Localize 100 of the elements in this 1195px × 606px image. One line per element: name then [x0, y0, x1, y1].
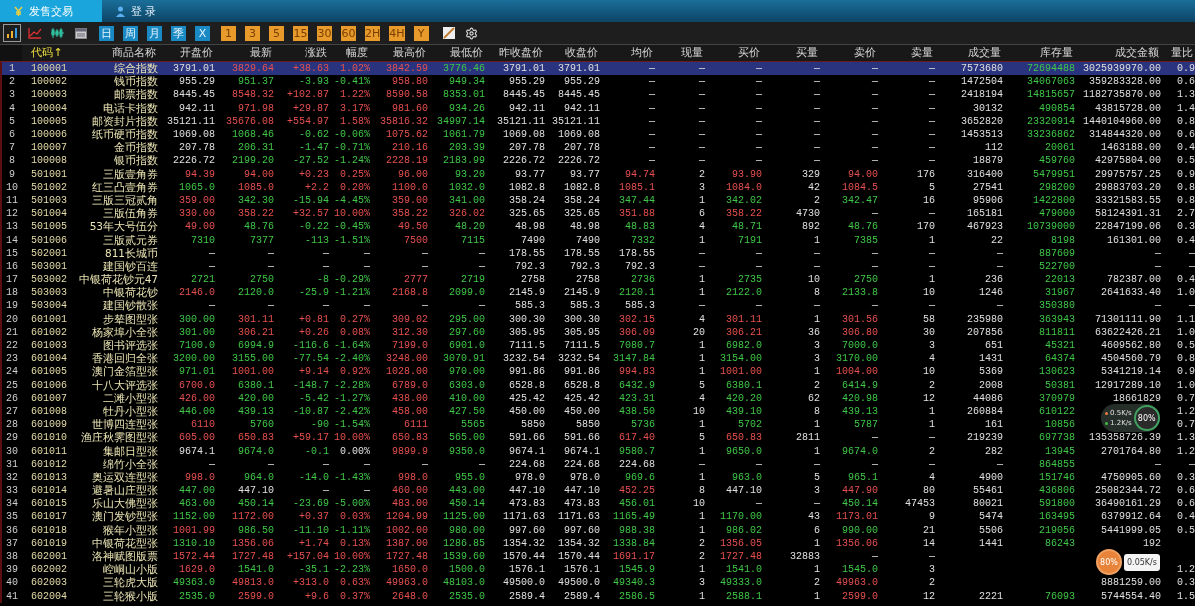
period-button[interactable]: 1	[221, 25, 236, 41]
table-cell-text: 48.98	[569, 220, 601, 234]
column-header[interactable]: 卖价	[820, 45, 878, 61]
column-header[interactable]: 现量	[655, 45, 705, 61]
column-header[interactable]: 买量	[762, 45, 820, 61]
tab[interactable]: 登 录	[102, 0, 171, 22]
table-cell-text: 1	[813, 312, 821, 326]
column-header[interactable]: 最新	[215, 45, 274, 61]
table-cell-text: 2	[698, 167, 706, 181]
column-header[interactable]: 开盘价	[158, 45, 215, 61]
table-cell-text: 1727.48	[719, 550, 763, 564]
table-cell-text: 450.00	[508, 404, 546, 418]
table-cell-text: 358.24	[508, 193, 546, 207]
table-cell-text: 2199.20	[231, 154, 275, 168]
table-cell-text: 16	[5, 259, 19, 273]
table-cell-text: 934.26	[448, 101, 486, 115]
table-cell-text: 6528.8	[563, 378, 601, 392]
column-header[interactable]: 买价	[705, 45, 762, 61]
period-button[interactable]: 60	[341, 25, 356, 41]
column-header[interactable]: 昨收盘价	[485, 45, 545, 61]
period-button[interactable]: 30	[317, 25, 332, 41]
table-cell-text: 1.2	[1176, 563, 1195, 577]
column-header[interactable]: 卖量	[878, 45, 935, 61]
table-cell-text: 3200.00	[172, 352, 216, 366]
table-cell-text: 1182735870.00	[1082, 88, 1162, 102]
column-header[interactable]: 商品名称	[74, 45, 158, 61]
table-cell-text: 312.30	[391, 325, 429, 339]
table-cell-text: 牡丹小型张	[102, 404, 159, 418]
table-cell-text: 10	[922, 365, 936, 379]
table-cell-text: 94.39	[184, 167, 216, 181]
table-cell-text: 35	[5, 510, 19, 524]
table-cell-text: 436806	[1038, 484, 1076, 498]
table-cell-text: 460.00	[391, 484, 429, 498]
table-cell-text: 3.17%	[339, 101, 371, 115]
table-cell-text: —	[871, 246, 879, 260]
table-cell-text: 4	[928, 352, 936, 366]
column-header[interactable]: 最低价	[428, 45, 485, 61]
table-cell-text: 1.0	[1176, 378, 1195, 392]
table-cell-text: 986.02	[725, 523, 763, 537]
column-header[interactable]: 收盘价	[545, 45, 600, 61]
table-cell-text: 4609562.80	[1100, 339, 1162, 353]
column-header[interactable]: 幅度	[329, 45, 370, 61]
table-cell-text: —	[928, 299, 936, 313]
table-cell-text: 1310.10	[172, 536, 216, 550]
table-cell-text: 135358726.39	[1088, 431, 1162, 445]
table-cell-text: 1171.63	[557, 510, 601, 524]
table-cell-text: -4.45%	[333, 193, 371, 207]
column-header[interactable]: 最高价	[370, 45, 428, 61]
period-button[interactable]: Y	[413, 25, 429, 41]
period-button[interactable]: 2H	[365, 25, 381, 41]
period-button[interactable]: 4H	[389, 25, 405, 41]
table-cell-text: —	[755, 141, 763, 155]
table-cell-text: 447.00	[178, 484, 216, 498]
table-cell-text: 1	[813, 233, 821, 247]
table-cell-text: 35816.32	[379, 114, 429, 128]
chart-tool-button[interactable]	[3, 24, 21, 42]
column-header[interactable]: 量比	[1161, 45, 1195, 61]
table-cell-text: 988.38	[618, 523, 656, 537]
column-header[interactable]: 库存量	[1003, 45, 1075, 61]
period-button[interactable]: 5	[269, 25, 284, 41]
period-button[interactable]: 周	[123, 25, 138, 41]
column-header[interactable]: 涨跌	[274, 45, 329, 61]
table-cell-text: 219239	[966, 431, 1004, 445]
table-cell-text: 40	[5, 576, 19, 590]
table-cell-text: 650.83	[391, 431, 429, 445]
table-cell-text: 300.00	[178, 312, 216, 326]
table-cell-text: 309.02	[391, 312, 429, 326]
table-cell-text: —	[928, 101, 936, 115]
table-cell-text: —	[928, 75, 936, 89]
period-button[interactable]: X	[195, 25, 210, 41]
table-cell-text: —	[928, 550, 936, 564]
table-cell-text: 1356.06	[231, 536, 275, 550]
table-cell-text: 37	[5, 536, 19, 550]
table-cell-text: —	[648, 154, 656, 168]
table-cell-text: —	[698, 114, 706, 128]
table-cell-text: 63622426.21	[1094, 325, 1162, 339]
table-cell-text: 24	[5, 365, 19, 379]
column-header[interactable]: 均价	[600, 45, 655, 61]
table-cell-text: 2588.1	[725, 589, 763, 603]
period-button[interactable]: 3	[245, 25, 260, 41]
table-cell-text: 165181	[966, 207, 1004, 221]
table-cell-text: 501003	[30, 193, 68, 207]
table-cell-text: 522700	[1038, 259, 1076, 273]
column-header[interactable]: 代码↑	[22, 45, 74, 61]
table-cell-text: —	[1188, 457, 1195, 471]
table-cell-text: 981.60	[391, 101, 429, 115]
table-cell-text: 1.58%	[339, 114, 371, 128]
table-cell-text: 2	[928, 444, 936, 458]
period-button[interactable]: 季	[171, 25, 186, 41]
column-header[interactable]: 成交金额	[1075, 45, 1161, 61]
selected-row[interactable]: 1 100001 综合指数 3791.01 3829.64 +38.63 1.02% 3842.59 3776.46 3791.01 3791.01 — — — — — — 7573680 72694488 3025939970.00 0.9	[0, 62, 1195, 76]
table-cell-text: 2811	[795, 431, 821, 445]
table-cell-text: 1152.00	[172, 510, 216, 524]
table-cell-text: 2008	[978, 378, 1004, 392]
period-button[interactable]: 月	[147, 25, 162, 41]
period-button[interactable]: 15	[293, 25, 308, 41]
table-cell-text: —	[928, 246, 936, 260]
period-button[interactable]: 日	[99, 25, 114, 41]
table-cell-text: 1387.00	[385, 536, 429, 550]
column-header[interactable]: 成交量	[935, 45, 1003, 61]
